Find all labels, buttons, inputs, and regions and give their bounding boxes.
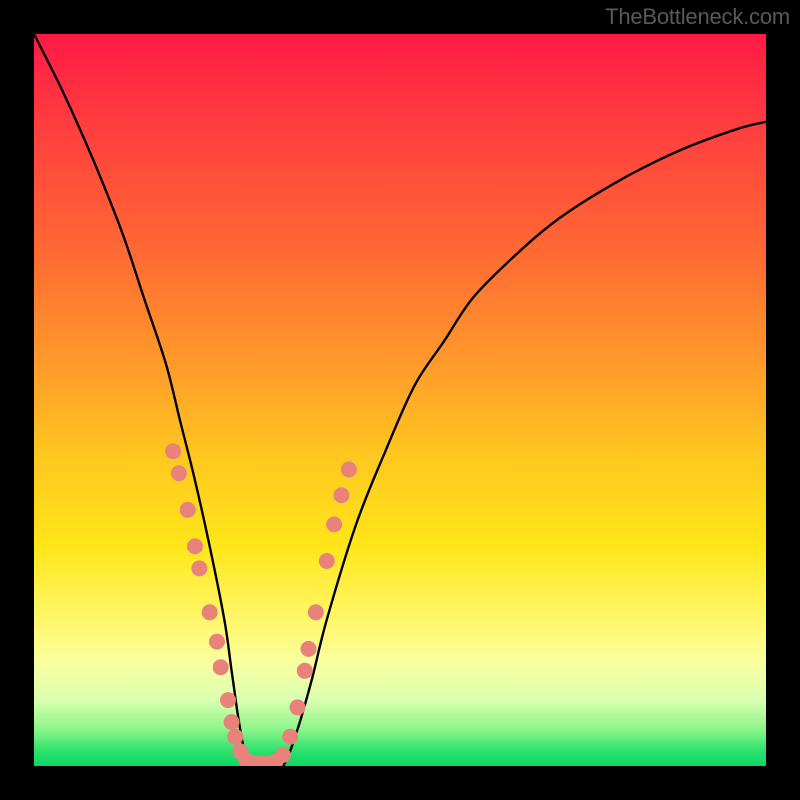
marker-dot [341, 462, 357, 478]
marker-dot [180, 502, 196, 518]
plot-area [34, 34, 766, 766]
chart-frame: TheBottleneck.com [0, 0, 800, 800]
marker-dot [224, 714, 240, 730]
marker-dot [290, 699, 306, 715]
marker-dot [297, 663, 313, 679]
marker-dot [187, 538, 203, 554]
bottleneck-curve [34, 34, 766, 766]
marker-dot [333, 487, 349, 503]
marker-dot [319, 553, 335, 569]
marker-dot [165, 443, 181, 459]
marker-dot [326, 516, 342, 532]
marker-dot [209, 634, 225, 650]
marker-dot [227, 729, 243, 745]
marker-dot [202, 604, 218, 620]
marker-dot [220, 692, 236, 708]
curve-svg [34, 34, 766, 766]
marker-dot [171, 465, 187, 481]
marker-dots [165, 443, 357, 766]
marker-dot [282, 729, 298, 745]
marker-dot [308, 604, 324, 620]
marker-dot [275, 747, 291, 763]
marker-dot [301, 641, 317, 657]
watermark-text: TheBottleneck.com [605, 4, 790, 30]
marker-dot [191, 560, 207, 576]
marker-dot [213, 659, 229, 675]
